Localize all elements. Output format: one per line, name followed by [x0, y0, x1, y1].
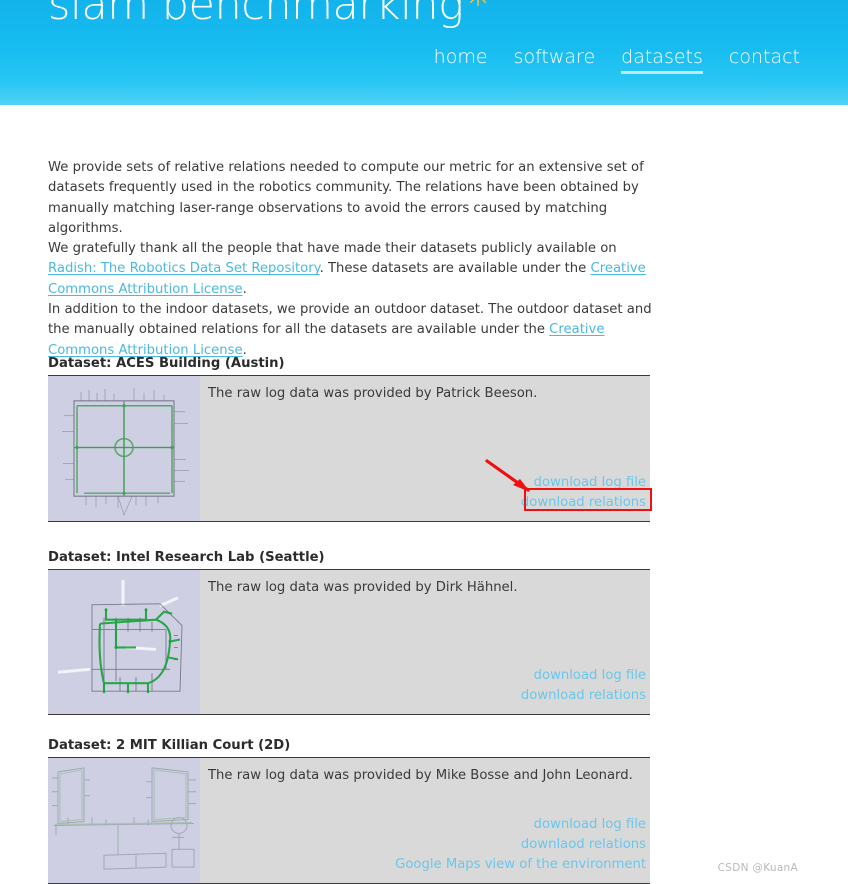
- site-header: slam benchmarking ✳ home software datase…: [0, 0, 848, 105]
- dataset-links-killian: download log file downlaod relations Goo…: [208, 815, 650, 877]
- aces-building-map[interactable]: [48, 376, 200, 521]
- nav-item-contact[interactable]: contact: [729, 46, 800, 71]
- link-download-relations-intel[interactable]: download relations: [208, 686, 646, 706]
- intro-paragraph-2-part-c: .: [242, 281, 247, 297]
- intro-text: We provide sets of relative relations ne…: [48, 158, 652, 361]
- link-download-relations-killian[interactable]: downlaod relations: [208, 835, 646, 855]
- dataset-title-intel: Dataset: Intel Research Lab (Seattle): [48, 550, 650, 570]
- main-navigation: home software datasets contact: [434, 46, 800, 74]
- dataset-description-killian: The raw log data was provided by Mike Bo…: [208, 768, 633, 783]
- link-radish-repository[interactable]: Radish: The Robotics Data Set Repository: [48, 261, 320, 276]
- dataset-links-intel: download log file download relations: [208, 666, 650, 708]
- link-download-log-file-killian[interactable]: download log file: [208, 815, 646, 835]
- dataset-block-killian: Dataset: 2 MIT Killian Court (2D) The ra…: [48, 738, 650, 884]
- asterisk-icon: ✳: [465, 0, 490, 12]
- site-logo[interactable]: slam benchmarking ✳: [48, 0, 491, 27]
- intro-paragraph-1: We provide sets of relative relations ne…: [48, 160, 644, 236]
- page-root: slam benchmarking ✳ home software datase…: [0, 0, 848, 884]
- dataset-block-intel: Dataset: Intel Research Lab (Seattle) Th…: [48, 550, 650, 715]
- intro-paragraph-2-part-a: We gratefully thank all the people that …: [48, 241, 617, 257]
- dataset-body-intel: The raw log data was provided by Dirk Hä…: [200, 570, 650, 714]
- site-logo-text: slam benchmarking: [48, 0, 464, 30]
- watermark-label: CSDN @KuanA: [717, 862, 798, 874]
- dataset-links-aces: download log file download relations: [208, 473, 650, 515]
- link-download-log-file-intel[interactable]: download log file: [208, 666, 646, 686]
- dataset-body-aces: The raw log data was provided by Patrick…: [200, 376, 650, 521]
- dataset-panel-intel: The raw log data was provided by Dirk Hä…: [48, 570, 650, 715]
- dataset-panel-killian: The raw log data was provided by Mike Bo…: [48, 758, 650, 884]
- link-download-log-file-aces[interactable]: download log file: [208, 473, 646, 493]
- nav-item-datasets[interactable]: datasets: [621, 46, 703, 74]
- link-download-relations-aces[interactable]: download relations: [208, 493, 646, 513]
- dataset-description-aces: The raw log data was provided by Patrick…: [208, 386, 538, 401]
- dataset-block-aces: Dataset: ACES Building (Austin) The raw …: [48, 356, 650, 522]
- dataset-description-intel: The raw log data was provided by Dirk Hä…: [208, 580, 518, 595]
- link-google-maps-view-killian[interactable]: Google Maps view of the environment: [208, 855, 646, 875]
- nav-item-software[interactable]: software: [514, 46, 596, 71]
- nav-item-home[interactable]: home: [434, 46, 488, 71]
- mit-killian-court-map[interactable]: [48, 758, 200, 883]
- intel-research-lab-map[interactable]: [48, 570, 200, 714]
- intro-paragraph-2-part-b: . These datasets are available under the: [319, 261, 591, 277]
- dataset-title-killian: Dataset: 2 MIT Killian Court (2D): [48, 738, 650, 758]
- dataset-body-killian: The raw log data was provided by Mike Bo…: [200, 758, 650, 883]
- dataset-title-aces: Dataset: ACES Building (Austin): [48, 356, 650, 376]
- dataset-panel-aces: The raw log data was provided by Patrick…: [48, 376, 650, 522]
